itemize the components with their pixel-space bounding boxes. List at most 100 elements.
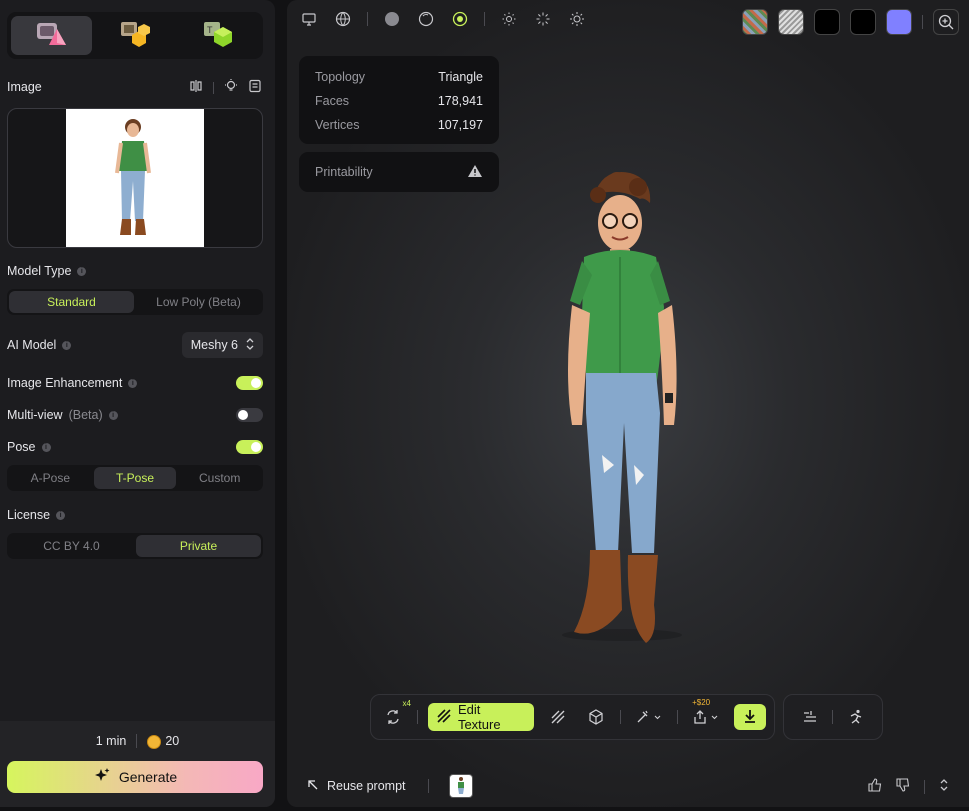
monitor-icon[interactable]: [299, 9, 319, 29]
document-icon[interactable]: [248, 79, 262, 96]
light-bright-icon[interactable]: [567, 9, 587, 29]
pose-label: Pose: [7, 440, 36, 454]
textured-shading-icon[interactable]: [450, 9, 470, 29]
chevron-updown-icon: [246, 337, 254, 353]
rig-cube-icon[interactable]: [582, 703, 610, 731]
rigging-icon[interactable]: [796, 703, 824, 731]
thumbs-up-icon[interactable]: [868, 778, 882, 795]
light-dim-icon[interactable]: [499, 9, 519, 29]
info-icon[interactable]: i: [77, 266, 87, 276]
stat-vertices: Vertices 107,197: [315, 113, 483, 137]
generate-footer: 1 min 20 Generate: [0, 721, 275, 807]
credit-coin-icon: [147, 734, 162, 749]
inspect-uv-icon[interactable]: [933, 9, 959, 35]
tab-text-to-texture[interactable]: T: [178, 16, 259, 55]
solid-shading-icon[interactable]: [382, 9, 402, 29]
info-icon[interactable]: i: [128, 378, 138, 388]
divider: [832, 710, 834, 724]
download-button[interactable]: [734, 704, 766, 730]
image-tools: [189, 79, 262, 96]
input-image-preview[interactable]: [7, 108, 263, 248]
stat-key: Topology: [315, 70, 366, 84]
swatch-base-color[interactable]: [742, 9, 768, 35]
remesh-icon[interactable]: x4: [379, 699, 411, 731]
swatch-roughness[interactable]: [778, 9, 804, 35]
view-toolbar: [299, 9, 587, 29]
info-icon[interactable]: i: [41, 442, 51, 452]
model-type-label: Model Type: [7, 264, 72, 278]
divider: [677, 710, 679, 724]
generate-button[interactable]: Generate: [7, 761, 263, 793]
swatch-emission[interactable]: [850, 9, 876, 35]
image-enhancement-row: Image Enhancement i: [7, 376, 263, 390]
tab-multi-object[interactable]: [94, 16, 175, 55]
beta-tag: (Beta): [68, 408, 103, 422]
retexture-icon[interactable]: [544, 703, 572, 731]
animation-toolbar: [783, 694, 883, 740]
swatch-normal[interactable]: [886, 9, 912, 35]
divider: [367, 12, 368, 26]
3d-viewport[interactable]: Topology Triangle Faces 178,941 Vertices 10…: [287, 0, 969, 807]
divider: [416, 710, 418, 724]
swatch-metallic[interactable]: [814, 9, 840, 35]
export-dropdown[interactable]: +$20: [688, 698, 724, 731]
stat-faces: Faces 178,941: [315, 89, 483, 113]
ai-model-value: Meshy 6: [190, 338, 238, 352]
info-icon[interactable]: i: [108, 410, 118, 420]
option-standard[interactable]: Standard: [9, 291, 134, 313]
mode-tabs: T: [7, 12, 263, 59]
stat-key: Vertices: [315, 118, 360, 132]
printability-panel[interactable]: Printability: [299, 152, 499, 192]
ai-model-select[interactable]: Meshy 6: [181, 332, 263, 358]
export-price-badge: +$20: [692, 698, 711, 707]
ai-model-label: AI Model: [7, 338, 57, 352]
chevron-updown-icon[interactable]: [939, 778, 949, 795]
svg-text:T: T: [207, 25, 213, 35]
option-cc-by[interactable]: CC BY 4.0: [9, 535, 134, 557]
magic-tool-dropdown[interactable]: [631, 703, 667, 731]
info-icon[interactable]: i: [56, 510, 66, 520]
pose-selector: A-Pose T-Pose Custom: [7, 465, 263, 491]
download-icon: [743, 709, 757, 726]
multi-view-toggle[interactable]: [236, 408, 263, 422]
clay-shading-icon[interactable]: [416, 9, 436, 29]
tab-image-to-3d[interactable]: [11, 16, 93, 55]
texture-swatches: [742, 9, 959, 35]
option-a-pose[interactable]: A-Pose: [9, 467, 92, 489]
animate-running-icon[interactable]: [842, 703, 870, 731]
lightbulb-icon[interactable]: [224, 79, 238, 96]
model-type-row: Model Type i: [7, 264, 263, 278]
pose-toggle[interactable]: [236, 440, 263, 454]
info-icon[interactable]: i: [62, 340, 72, 350]
3d-model-character[interactable]: [542, 165, 702, 645]
wireframe-globe-icon[interactable]: [333, 9, 353, 29]
option-private[interactable]: Private: [136, 535, 261, 557]
license-selector: CC BY 4.0 Private: [7, 533, 263, 559]
edit-texture-label: Edit Texture: [457, 702, 501, 732]
option-t-pose[interactable]: T-Pose: [93, 467, 177, 489]
stat-topology: Topology Triangle: [315, 65, 483, 89]
model-type-selector: Standard Low Poly (Beta): [7, 289, 263, 315]
model-action-toolbar: x4 Edit Texture +$20: [370, 694, 775, 740]
remesh-count-badge: x4: [402, 699, 411, 708]
edit-texture-button[interactable]: Edit Texture: [427, 702, 535, 732]
divider: [620, 710, 622, 724]
mirror-icon[interactable]: [189, 79, 203, 96]
cost-info: 1 min 20: [0, 734, 275, 749]
option-low-poly[interactable]: Low Poly (Beta): [136, 291, 261, 313]
warning-icon: [467, 164, 483, 181]
divider: [924, 779, 925, 794]
source-image-thumbnail[interactable]: [448, 774, 473, 798]
mesh-stats-panel: Topology Triangle Faces 178,941 Vertices 10…: [299, 56, 499, 144]
image-enhancement-toggle[interactable]: [236, 376, 263, 390]
cubes-icon: [118, 19, 152, 52]
divider: [136, 734, 138, 749]
brush-icon: [436, 708, 452, 727]
option-custom[interactable]: Custom: [178, 467, 261, 489]
thumbs-down-icon[interactable]: [896, 778, 910, 795]
light-spot-icon[interactable]: [533, 9, 553, 29]
generate-label: Generate: [118, 769, 178, 785]
image-to-3d-icon: [35, 19, 69, 52]
reuse-prompt-link[interactable]: Reuse prompt: [327, 779, 406, 793]
multi-view-label: Multi-view: [7, 408, 63, 422]
